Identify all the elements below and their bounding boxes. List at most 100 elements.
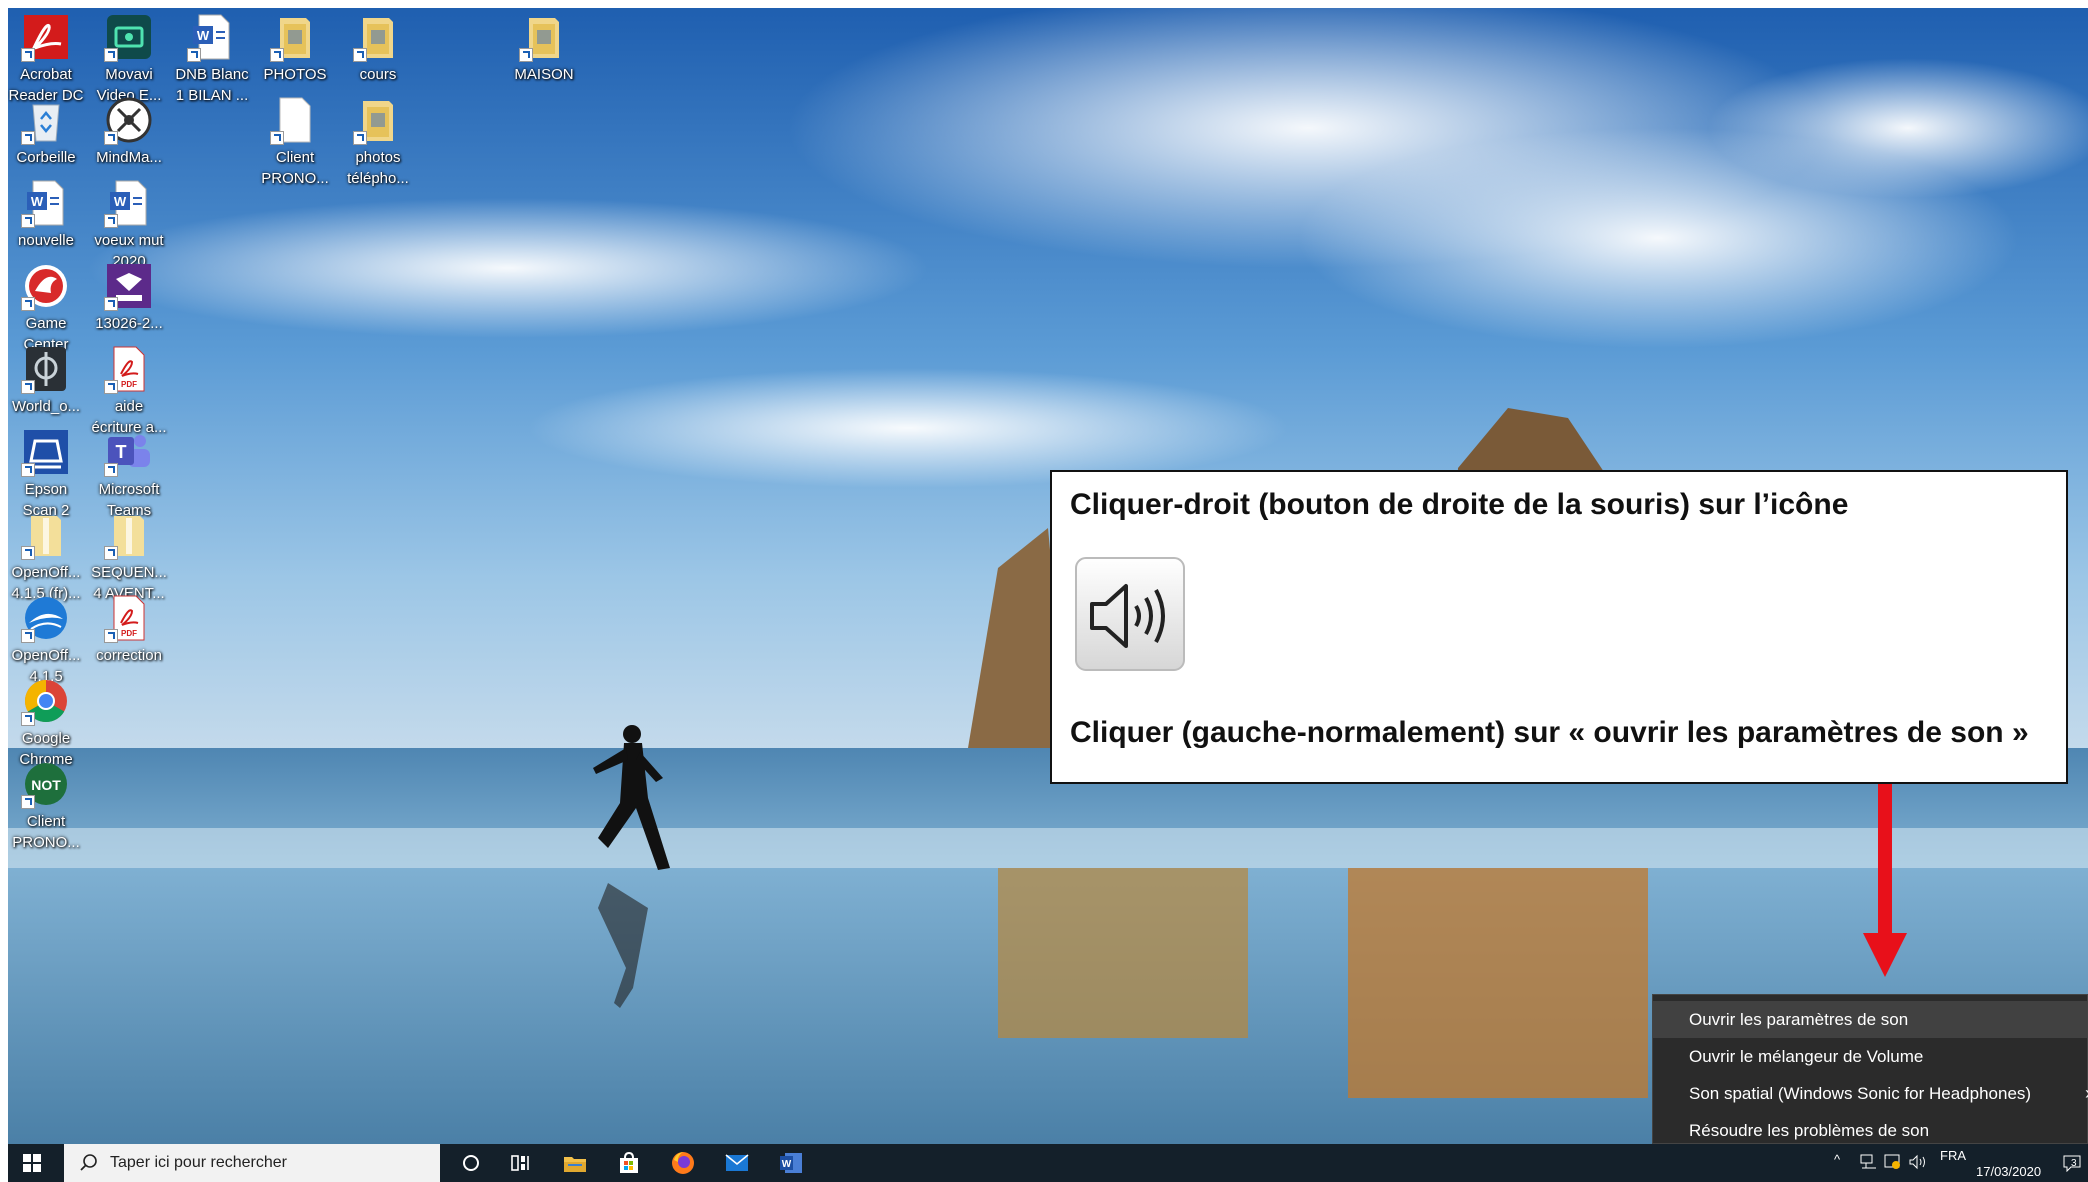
desktop-icon[interactable]: OpenOff... 4.1.5 [8,593,88,687]
desktop-icon[interactable]: Wvoeux mut 2020 [87,178,171,272]
desktop-icon[interactable]: Movavi Video E... [87,12,171,106]
firefox-icon[interactable] [660,1144,706,1182]
svg-text:W: W [31,194,44,209]
shortcut-arrow-icon [104,546,118,560]
task-view-icon[interactable] [498,1144,544,1182]
search-placeholder: Taper ici pour rechercher [110,1154,287,1171]
menu-item-spatial-sound[interactable]: Son spatial (Windows Sonic for Headphone… [1653,1075,2088,1112]
shortcut-arrow-icon [270,48,284,62]
desktop-icon[interactable]: OpenOff... 4.1.5 (fr)... [8,510,88,604]
mail-icon[interactable] [714,1144,760,1182]
file-icon [270,95,320,145]
desktop-icon[interactable]: MAISON [502,12,586,85]
svg-text:W: W [197,28,210,43]
word-icon[interactable]: W [768,1144,814,1182]
chrome-icon [21,676,71,726]
shortcut-arrow-icon [21,48,35,62]
shortcut-arrow-icon [270,131,284,145]
shortcut-arrow-icon [104,463,118,477]
folder-icon [519,12,569,62]
desktop-icon[interactable]: photos télépho... [336,95,420,189]
folder-icon [353,95,403,145]
recycle-bin-icon [21,95,71,145]
svg-text:W: W [782,1159,792,1170]
clock-date[interactable]: 17/03/2020 [1976,1164,2041,1179]
desktop-icon[interactable]: World_o... [8,344,88,417]
taskbar: Taper ici pour rechercher W ^ FRA 17/03/… [8,1144,2088,1182]
folder-icon [270,12,320,62]
game-center-icon [21,261,71,311]
desktop-icon[interactable]: NOT Client PRONO... [8,759,88,853]
desktop-icon[interactable]: Corbeille [8,95,88,168]
shortcut-arrow-icon [104,214,118,228]
desktop-icon[interactable]: Google Chrome [8,676,88,770]
zip-folder-icon [104,510,154,560]
desktop-icon[interactable]: Acrobat Reader DC [8,12,88,106]
language-indicator[interactable]: FRA [1940,1148,1966,1163]
desktop-icon[interactable]: cours [336,12,420,85]
desktop-icon[interactable]: PHOTOS [253,12,337,85]
notification-count: 3 [2071,1158,2077,1169]
shortcut-arrow-icon [187,48,201,62]
cortana-icon[interactable] [448,1144,494,1182]
zip-folder-icon [21,510,71,560]
instruction-line-1: Cliquer-droit (bouton de droite de la so… [1070,488,1849,521]
desktop-icon-label: World_o... [11,398,81,415]
shortcut-arrow-icon [21,297,35,311]
desktop-icon[interactable]: Wnouvelle [8,178,88,251]
svg-text:T: T [116,442,127,462]
mindmap-icon [104,95,154,145]
desktop-icon-label: Client PRONO... [12,813,80,851]
svg-text:PDF: PDF [121,380,137,389]
desktop-icon[interactable]: W DNB Blanc 1 BILAN ... [170,12,254,106]
chevron-up-icon[interactable]: ^ [1834,1152,1840,1167]
folder-icon [353,12,403,62]
shortcut-arrow-icon [21,131,35,145]
svg-text:NOT: NOT [31,777,61,793]
desktop-screen: Acrobat Reader DC Movavi Video E... W DNB B… [8,8,2088,1182]
pdf-icon: PDF [104,344,154,394]
shortcut-arrow-icon [21,629,35,643]
word-doc-icon: W [21,178,71,228]
desktop-icon[interactable]: SEQUEN... 4 AVENT... [87,510,171,604]
not-client-icon: NOT [21,759,71,809]
desktop-icon[interactable]: MindMa... [87,95,171,168]
svg-text:W: W [114,194,127,209]
desktop-icon[interactable]: PDF correction [87,593,171,666]
desktop-icon-label: nouvelle [18,232,74,249]
shortcut-arrow-icon [21,712,35,726]
word-doc-icon: W [104,178,154,228]
epson-scan-icon [21,427,71,477]
network-icon[interactable] [1860,1154,1878,1170]
start-button[interactable] [8,1144,56,1182]
desktop-icon-label: photos télépho... [347,149,409,187]
desktop-icon[interactable]: PDF aide écriture a... [87,344,171,438]
desktop-icon[interactable]: Client PRONO... [253,95,337,189]
desktop-icon[interactable]: Game Center [8,261,88,355]
sound-context-menu: Ouvrir les paramètres de son Ouvrir le m… [1652,994,2088,1144]
file-explorer-icon[interactable] [552,1144,598,1182]
store-icon[interactable] [606,1144,652,1182]
shortcut-arrow-icon [104,297,118,311]
shortcut-arrow-icon [353,48,367,62]
speaker-icon [1070,552,1190,680]
desktop-icon-label: DNB Blanc 1 BILAN ... [175,66,249,104]
search-box[interactable]: Taper ici pour rechercher [64,1144,440,1182]
red-arrow-shaft [1878,784,1892,936]
shortcut-arrow-icon [519,48,533,62]
movavi-icon [104,12,154,62]
desktop-icon[interactable]: Epson Scan 2 [8,427,88,521]
image-icon [104,261,154,311]
menu-item-open-sound-settings[interactable]: Ouvrir les paramètres de son [1653,1001,2087,1038]
shortcut-arrow-icon [104,131,118,145]
device-warning-icon[interactable] [1884,1154,1902,1170]
desktop-icon[interactable]: T Microsoft Teams [87,427,171,521]
instruction-callout: Cliquer-droit (bouton de droite de la so… [1050,470,2068,784]
menu-item-volume-mixer[interactable]: Ouvrir le mélangeur de Volume [1653,1038,2087,1075]
volume-icon[interactable] [1908,1154,1928,1170]
desktop-icon[interactable]: 13026-2... [87,261,171,334]
shortcut-arrow-icon [21,463,35,477]
world-of-warships-icon [21,344,71,394]
desktop-icon-label: MAISON [514,66,574,83]
shortcut-arrow-icon [104,48,118,62]
